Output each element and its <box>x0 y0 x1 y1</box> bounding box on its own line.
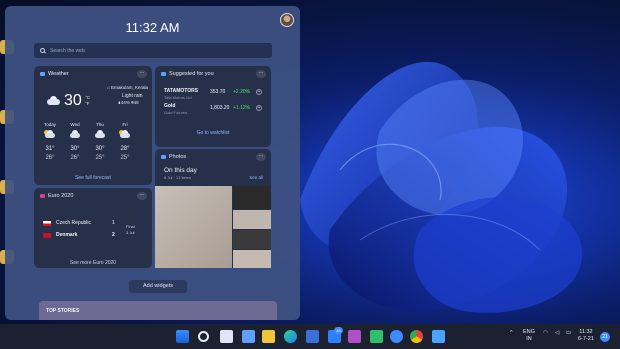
team-name: Czech Republic <box>56 220 92 226</box>
temperature-unit-toggle[interactable]: °C °F <box>85 95 90 107</box>
rain-cloud-icon <box>94 130 106 138</box>
weather-card[interactable]: Weather ··· ⌂ Ernakulam, Kerala 30 °C °F … <box>34 66 152 185</box>
photo-thumbnail[interactable] <box>233 230 271 249</box>
stocks-card[interactable]: Suggested for you ··· TATAMOTORS Tata Mo… <box>155 66 271 147</box>
widgets-panel: 11:32 AM Search the web Weather ··· ⌂ Er… <box>5 6 300 320</box>
forecast-high: 30° <box>95 146 105 152</box>
forecast-high: 30° <box>70 146 80 152</box>
volume-icon[interactable]: ◁ <box>555 330 559 336</box>
czech-flag-icon <box>43 221 51 226</box>
task-view-icon[interactable] <box>220 330 233 343</box>
stocks-widget-icon <box>161 72 166 76</box>
weather-details: 🌢44% ≋49 <box>118 100 139 105</box>
more-options-button[interactable]: ··· <box>256 153 266 161</box>
stock-subtitle: Gold Futures <box>164 110 188 115</box>
system-clock[interactable]: 11:32 6-7-21 <box>578 329 594 343</box>
photo-thumbnail[interactable] <box>233 210 271 229</box>
rain-cloud-icon <box>45 96 61 105</box>
on-this-day-heading: On this day <box>164 167 197 174</box>
web-search-box[interactable]: Search the web <box>34 43 272 58</box>
photos-date: 6 Jul · 13 items <box>164 175 192 180</box>
go-to-watchlist-link[interactable]: Go to watchlist <box>155 130 271 136</box>
forecast-day: Fri <box>122 122 128 127</box>
stock-value: 1,803.20 <box>210 105 230 111</box>
photo-thumbnail[interactable] <box>233 186 271 209</box>
photos-card-header: Photos <box>161 154 186 160</box>
search-icon <box>40 48 45 53</box>
stock-subtitle: Tata Motors Ltd <box>164 95 192 100</box>
edge-browser-icon[interactable] <box>284 330 297 343</box>
euro-card-title: Euro 2020 <box>48 193 74 199</box>
stocks-card-title: Suggested for you <box>169 71 214 77</box>
store-icon[interactable] <box>306 330 319 343</box>
wifi-icon[interactable]: ◠ <box>543 330 548 336</box>
stock-change: +1.12% <box>233 105 251 111</box>
weather-card-header: Weather <box>40 71 69 77</box>
photos-card[interactable]: Photos ··· On this day 6 Jul · 13 items … <box>155 149 271 268</box>
battery-icon[interactable]: ▭ <box>566 330 571 336</box>
see-full-forecast-link[interactable]: See full forecast <box>34 175 152 181</box>
rain-cloud-icon <box>69 130 81 138</box>
photos-widget-icon <box>161 155 166 159</box>
weather-card-title: Weather <box>48 71 69 77</box>
add-to-watchlist-icon[interactable]: + <box>256 89 262 95</box>
euro-card-header: Euro 2020 <box>40 193 73 199</box>
current-temperature: 30 <box>64 92 82 109</box>
forecast-high: 28° <box>120 146 130 152</box>
mail-badge: 48 <box>334 327 343 334</box>
language-indicator[interactable]: ENG IN <box>523 329 535 343</box>
panel-clock: 11:32 AM <box>125 20 180 35</box>
app-icon[interactable] <box>370 330 383 343</box>
stock-name: TATAMOTORS <box>164 88 199 94</box>
denmark-flag-icon <box>43 233 51 238</box>
show-hidden-icons-chevron-icon[interactable]: ^ <box>510 330 513 336</box>
weather-widget-icon <box>40 72 45 76</box>
add-widgets-button[interactable]: Add widgets <box>129 280 187 293</box>
weather-condition: Light rain <box>122 93 143 99</box>
forecast-day: Thu <box>96 122 104 127</box>
team-score: 1 <box>112 220 115 226</box>
stock-change: +2.20% <box>233 89 251 95</box>
more-options-button[interactable]: ··· <box>256 70 266 78</box>
add-to-watchlist-icon[interactable]: + <box>256 105 262 111</box>
file-explorer-icon[interactable] <box>262 330 275 343</box>
match-status: Final 3 Jul <box>126 224 135 235</box>
stock-name: Gold <box>164 103 176 109</box>
forecast-low: 25° <box>95 155 105 161</box>
soccer-widget-icon <box>40 194 45 198</box>
forecast-day: Today <box>43 122 56 127</box>
location-label: ⌂ Ernakulam, Kerala <box>107 85 148 90</box>
search-icon[interactable] <box>198 331 209 342</box>
more-options-button[interactable]: ··· <box>137 192 147 200</box>
app-icon[interactable] <box>348 330 361 343</box>
notification-badge[interactable]: 21 <box>600 332 610 342</box>
search-placeholder: Search the web <box>50 47 85 54</box>
photos-card-title: Photos <box>169 154 187 160</box>
user-avatar[interactable] <box>280 13 294 27</box>
team-name: Denmark <box>56 232 78 238</box>
chrome-icon[interactable] <box>410 330 423 343</box>
app-icon[interactable] <box>390 330 403 343</box>
stocks-card-header: Suggested for you <box>161 71 214 77</box>
photo-thumbnail[interactable] <box>155 186 232 268</box>
forecast-high: 31° <box>45 146 55 152</box>
app-icon[interactable] <box>432 330 445 343</box>
forecast-low: 26° <box>70 155 80 161</box>
taskbar: 48 ^ ENG IN ◠ ◁ ▭ 11:32 6-7-21 21 <box>0 324 620 349</box>
partly-cloudy-icon <box>44 130 56 138</box>
see-more-euro-link[interactable]: See more Euro 2020 <box>34 260 152 266</box>
widgets-icon[interactable] <box>242 330 255 343</box>
forecast-day: Wed <box>70 122 80 127</box>
stock-value: 353.70 <box>210 89 226 95</box>
forecast-low: 25° <box>120 155 130 161</box>
top-stories-header: TOP STORIES <box>39 301 277 320</box>
forecast-low: 26° <box>45 155 55 161</box>
more-options-button[interactable]: ··· <box>137 70 147 78</box>
team-score: 2 <box>112 232 115 238</box>
partly-cloudy-icon <box>119 130 131 138</box>
see-all-link[interactable]: See all <box>249 175 263 180</box>
start-windows-icon[interactable] <box>176 330 189 343</box>
photo-thumbnail[interactable] <box>233 250 271 268</box>
euro-2020-card[interactable]: Euro 2020 ··· Czech Republic 1 Denmark 2… <box>34 188 152 268</box>
